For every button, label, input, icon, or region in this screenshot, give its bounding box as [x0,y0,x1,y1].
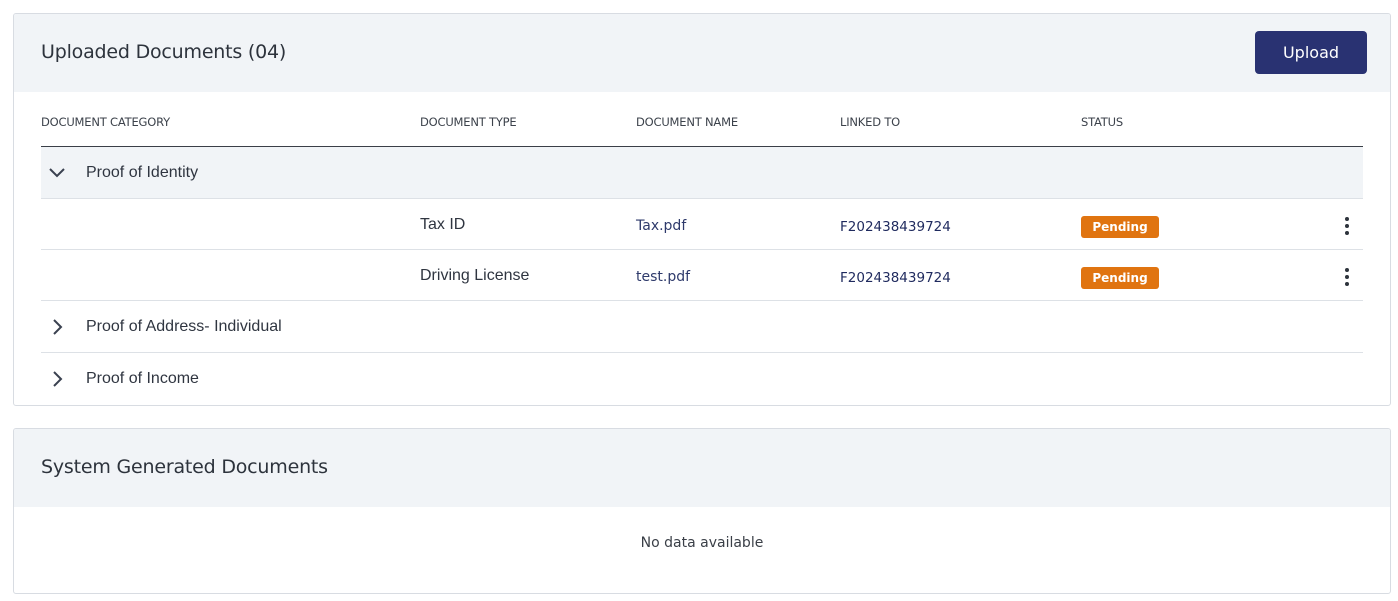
more-options-icon[interactable] [1337,266,1357,288]
system-generated-documents-header: System Generated Documents [14,429,1390,507]
column-header-document-type: DOCUMENT TYPE [420,115,517,129]
status-badge: Pending [1081,216,1159,238]
column-header-status: STATUS [1081,115,1123,129]
column-header-document-name: DOCUMENT NAME [636,115,738,129]
category-label: Proof of Address- Individual [86,318,282,335]
document-type-cell: Driving License [420,267,530,284]
category-row-proof-of-income[interactable]: Proof of Income [41,353,1363,405]
category-row-proof-of-address[interactable]: Proof of Address- Individual [41,301,1363,353]
empty-state-text: No data available [640,535,764,551]
uploaded-documents-table: DOCUMENT CATEGORY DOCUMENT TYPE DOCUMENT… [41,92,1363,405]
table-row: Tax ID Tax.pdf F202438439724 Pending [41,199,1363,250]
category-label: Proof of Income [86,370,199,387]
document-name-link[interactable]: Tax.pdf [636,218,686,234]
uploaded-documents-title: Uploaded Documents (04) [41,41,287,63]
document-type-cell: Tax ID [420,216,466,233]
linked-to-cell: F202438439724 [840,219,951,235]
table-header: DOCUMENT CATEGORY DOCUMENT TYPE DOCUMENT… [41,92,1363,147]
document-name-link[interactable]: test.pdf [636,269,690,285]
system-generated-documents-card: System Generated Documents No data avail… [13,428,1391,594]
uploaded-documents-card: Uploaded Documents (04) Upload DOCUMENT … [13,13,1391,406]
upload-button[interactable]: Upload [1255,31,1367,74]
column-header-document-category: DOCUMENT CATEGORY [41,115,170,129]
chevron-right-icon[interactable] [48,370,66,388]
linked-to-cell: F202438439724 [840,270,951,286]
system-generated-documents-title: System Generated Documents [41,456,328,478]
table-row: Driving License test.pdf F202438439724 P… [41,250,1363,301]
status-badge: Pending [1081,267,1159,289]
category-label: Proof of Identity [86,164,199,181]
more-options-icon[interactable] [1337,215,1357,237]
category-row-proof-of-identity[interactable]: Proof of Identity [41,147,1363,199]
chevron-down-icon[interactable] [48,164,66,182]
chevron-right-icon[interactable] [48,318,66,336]
column-header-linked-to: LINKED TO [840,115,900,129]
uploaded-documents-header: Uploaded Documents (04) Upload [14,14,1390,92]
